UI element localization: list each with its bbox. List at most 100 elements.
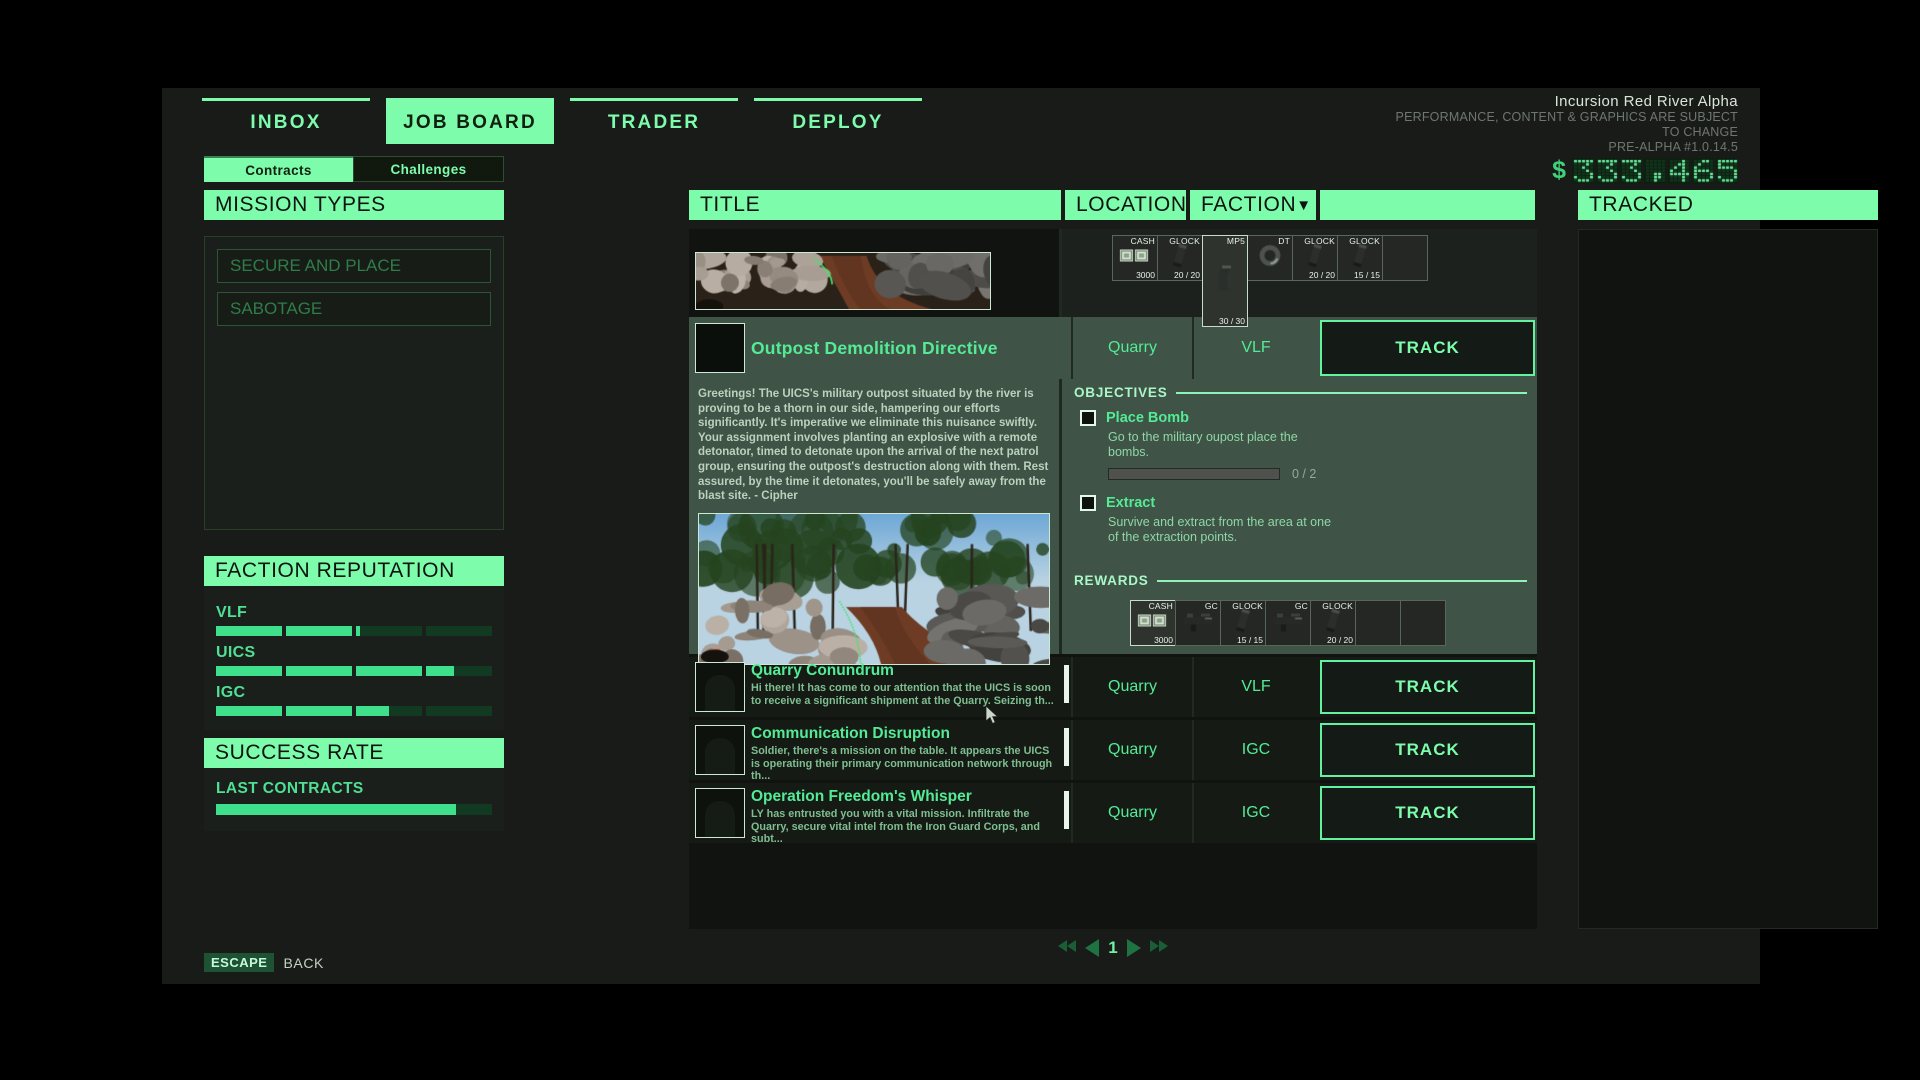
footer-hint: ESCAPE BACK — [204, 953, 324, 972]
tab-inbox[interactable]: INBOX — [202, 98, 370, 144]
tracked-column: TRACKED — [1578, 190, 1878, 929]
mag-icon — [1316, 608, 1350, 639]
currency-digit — [1668, 158, 1690, 184]
objectives-section-header: OBJECTIVES — [1074, 385, 1527, 400]
mission-text-block: Quarry Conundrum Hi there! It has come to… — [751, 657, 1071, 717]
mission-title: Communication Disruption — [751, 725, 1055, 743]
cash-icon — [1136, 608, 1170, 639]
mission-text-block: Communication Disruption Soldier, there's… — [751, 720, 1071, 780]
objectives-list: Place Bomb Go to the military oupost plac… — [1074, 410, 1527, 559]
reputation-segment — [286, 666, 352, 676]
objective-description: Survive and extract from the area at one… — [1108, 515, 1338, 545]
reward-count: 3000 — [1154, 635, 1173, 645]
reputation-segment — [216, 706, 282, 716]
gun-icon — [1181, 608, 1215, 639]
avatar-silhouette — [705, 801, 735, 838]
mp5mag-icon — [1208, 266, 1242, 297]
mission-row[interactable]: Quarry Conundrum Hi there! It has come to… — [689, 657, 1537, 717]
reward-slot-empty[interactable] — [1382, 235, 1428, 281]
mission-detail-right: OBJECTIVES Place Bomb Go to the military … — [1059, 379, 1537, 654]
page-first-button[interactable] — [1058, 939, 1076, 957]
objective-checkbox[interactable] — [1080, 410, 1096, 426]
mission-thumbnail-image — [695, 252, 991, 310]
subtab-contracts[interactable]: Contracts — [204, 156, 353, 182]
reward-name: MP5 — [1227, 236, 1245, 246]
mission-row-previous-partial[interactable]: CASH 3000 GLOCK 20 / 20 MP5 30 / 30 DT GLOCK 20 … — [689, 229, 1537, 317]
last-contracts-bar — [216, 804, 492, 815]
track-button[interactable]: TRACK — [1320, 786, 1535, 840]
previous-mission-rewards: CASH 3000 GLOCK 20 / 20 MP5 30 / 30 DT GLOCK 20 … — [1059, 229, 1537, 317]
reputation-segment — [356, 626, 422, 636]
drum-icon — [1253, 243, 1287, 274]
mission-text-scrollbar[interactable] — [1064, 665, 1069, 703]
faction-name: VLF — [216, 604, 492, 622]
column-header-title[interactable]: TITLE — [689, 190, 1061, 220]
mission-row[interactable]: Communication Disruption Soldier, there's… — [689, 720, 1537, 780]
job-board-panel: INBOX JOB BOARD TRADER DEPLOY Incursion … — [162, 88, 1760, 984]
reward-slot[interactable]: CASH 3000 — [1112, 235, 1158, 281]
pagination: 1 — [689, 938, 1537, 958]
version-block: Incursion Red River Alpha PERFORMANCE, C… — [1388, 93, 1738, 185]
selected-mission-title: Outpost Demolition Directive — [751, 317, 1071, 379]
mission-text-scrollbar[interactable] — [1064, 728, 1069, 766]
mission-type-label: SABOTAGE — [230, 299, 322, 319]
currency-digit — [1716, 158, 1738, 184]
mission-faction: IGC — [1192, 720, 1318, 780]
track-button[interactable]: TRACK — [1320, 723, 1535, 777]
objective-progress-bar — [1108, 468, 1280, 480]
reward-slot[interactable]: GLOCK 20 / 20 — [1157, 235, 1203, 281]
page-prev-button[interactable] — [1085, 939, 1099, 957]
mag-icon — [1163, 243, 1197, 274]
reward-slot[interactable]: GC — [1175, 600, 1221, 646]
page-last-button[interactable] — [1150, 939, 1168, 957]
tracked-body[interactable] — [1578, 229, 1878, 929]
tab-deploy[interactable]: DEPLOY — [754, 98, 922, 144]
mission-type-label: SECURE AND PLACE — [230, 256, 401, 276]
mag-icon — [1298, 243, 1332, 274]
reputation-segment — [426, 706, 492, 716]
avatar — [695, 662, 745, 712]
track-button[interactable]: TRACK — [1320, 660, 1535, 714]
mission-faction: IGC — [1192, 783, 1318, 843]
reward-slot[interactable]: GC — [1265, 600, 1311, 646]
reputation-segment — [356, 666, 422, 676]
faction-reputation-bar — [216, 626, 492, 636]
mission-type-sabotage[interactable]: SABOTAGE — [217, 292, 491, 326]
currency-digit — [1620, 158, 1642, 184]
avatar-silhouette — [705, 675, 735, 712]
column-header-faction[interactable]: FACTION ▼ — [1190, 190, 1316, 220]
reward-slot[interactable]: CASH 3000 — [1130, 600, 1176, 646]
reward-slot[interactable]: GLOCK 20 / 20 — [1292, 235, 1338, 281]
mission-type-secure-and-place[interactable]: SECURE AND PLACE — [217, 249, 491, 283]
tab-trader[interactable]: TRADER — [570, 98, 738, 144]
reward-count: 15 / 15 — [1237, 635, 1263, 645]
mission-detail-panel: Greetings! The UICS's military outpost s… — [689, 379, 1537, 654]
mission-description: Soldier, there's a mission on the table.… — [751, 745, 1055, 783]
currency-digit — [1644, 158, 1666, 184]
reward-slot[interactable]: GLOCK 20 / 20 — [1310, 600, 1356, 646]
faction-name: UICS — [216, 644, 492, 662]
avatar — [695, 725, 745, 775]
last-contracts-label: LAST CONTRACTS — [216, 780, 492, 798]
subtab-challenges[interactable]: Challenges — [353, 156, 504, 182]
tab-job-board[interactable]: JOB BOARD — [386, 98, 554, 144]
main-tab-bar: INBOX JOB BOARD TRADER DEPLOY — [202, 98, 922, 144]
page-number: 1 — [1108, 938, 1117, 958]
mission-location: Quarry — [1071, 657, 1192, 717]
tracked-header: TRACKED — [1578, 190, 1878, 220]
reward-slot[interactable]: MP5 30 / 30 — [1202, 235, 1248, 327]
back-label: BACK — [283, 955, 324, 971]
page-next-button[interactable] — [1127, 939, 1141, 957]
reward-slot-empty[interactable] — [1400, 600, 1446, 646]
mission-text-scrollbar[interactable] — [1064, 791, 1069, 829]
reward-slot[interactable]: GLOCK 15 / 15 — [1220, 600, 1266, 646]
mission-list: CASH 3000 GLOCK 20 / 20 MP5 30 / 30 DT GLOCK 20 … — [689, 229, 1537, 929]
reward-slot[interactable]: GLOCK 15 / 15 — [1337, 235, 1383, 281]
column-header-location[interactable]: LOCATION — [1065, 190, 1186, 220]
mission-row[interactable]: Operation Freedom's Whisper LY has entrus… — [689, 783, 1537, 843]
reward-slot-empty[interactable] — [1355, 600, 1401, 646]
track-button-selected[interactable]: TRACK — [1320, 320, 1535, 376]
escape-key-badge: ESCAPE — [204, 953, 274, 972]
reward-slot[interactable]: DT — [1247, 235, 1293, 281]
objective-checkbox[interactable] — [1080, 495, 1096, 511]
